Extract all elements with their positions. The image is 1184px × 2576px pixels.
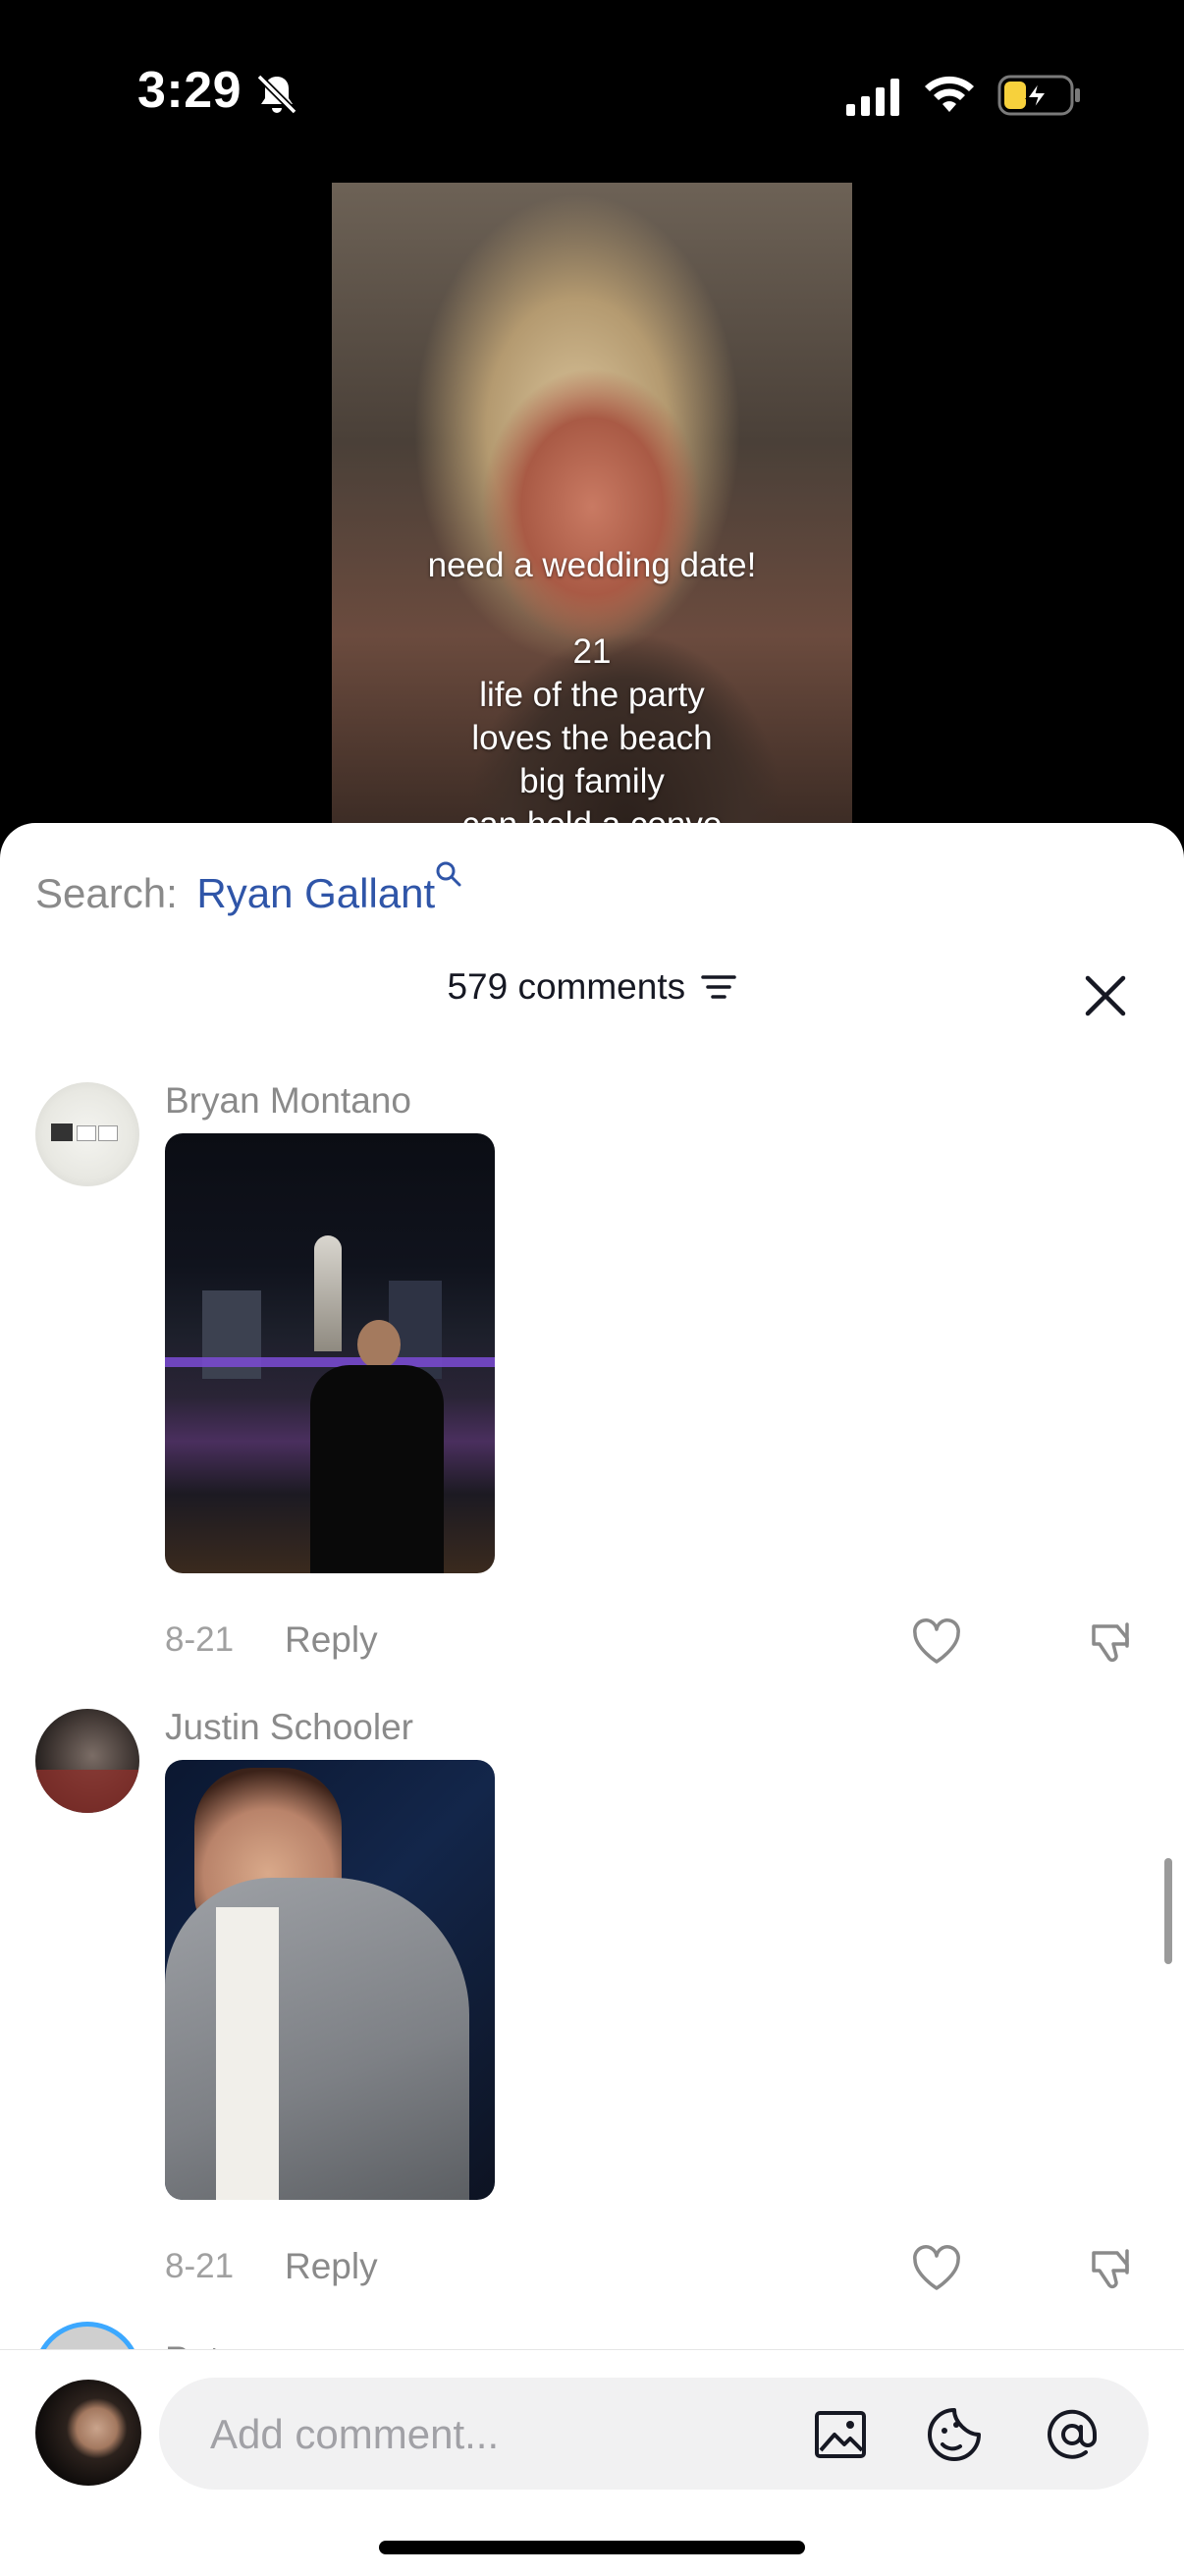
bell-slash-icon xyxy=(256,74,297,115)
sticker-icon[interactable] xyxy=(925,2405,984,2464)
comments-sheet: Search: Ryan Gallant 579 comments Bryan … xyxy=(0,823,1184,2575)
home-indicator[interactable] xyxy=(379,2541,805,2554)
cellular-signal-icon xyxy=(846,79,899,116)
search-term-link[interactable]: Ryan Gallant xyxy=(196,870,435,916)
comment-author[interactable]: Bryan Montano xyxy=(165,1080,411,1122)
search-icon xyxy=(436,861,461,887)
reply-button[interactable]: Reply xyxy=(285,1619,378,1661)
mention-icon[interactable] xyxy=(1043,2405,1102,2464)
comments-header: 579 comments xyxy=(0,966,1184,1025)
video-player[interactable]: need a wedding date! 21 life of the part… xyxy=(332,183,852,831)
reply-button[interactable]: Reply xyxy=(285,2246,378,2287)
search-label: Search: xyxy=(35,870,178,916)
avatar[interactable] xyxy=(35,1082,139,1186)
heart-icon[interactable] xyxy=(909,2241,964,2296)
caption-line: big family xyxy=(519,762,665,800)
search-suggestion[interactable]: Search: Ryan Gallant xyxy=(35,861,461,917)
status-time: 3:29 xyxy=(137,62,242,119)
comment-photo[interactable] xyxy=(165,1760,495,2200)
close-icon[interactable] xyxy=(1076,966,1135,1025)
image-icon[interactable] xyxy=(811,2405,870,2464)
heart-icon[interactable] xyxy=(909,1615,964,1670)
caption-line: loves the beach xyxy=(471,719,713,757)
caption-line: need a wedding date! xyxy=(427,546,757,584)
comment-composer xyxy=(0,2349,1184,2576)
comment-photo[interactable] xyxy=(165,1133,495,1573)
caption-line: life of the party xyxy=(479,676,705,714)
comments-count: 579 comments xyxy=(447,966,686,1007)
thumbs-down-icon[interactable] xyxy=(1084,2241,1139,2296)
comment-author[interactable]: Justin Schooler xyxy=(165,1707,413,1748)
avatar[interactable] xyxy=(35,1709,139,1813)
scrollbar-thumb[interactable] xyxy=(1164,1858,1172,1964)
video-caption: need a wedding date! 21 life of the part… xyxy=(332,544,852,831)
comment-date: 8-21 xyxy=(165,2247,235,2285)
comment-input-container[interactable] xyxy=(159,2378,1149,2492)
caption-line: 21 xyxy=(572,632,612,671)
thumbs-down-icon[interactable] xyxy=(1084,1615,1139,1670)
status-bar: 3:29 xyxy=(0,0,1184,187)
comment-date: 8-21 xyxy=(165,1620,235,1659)
comment-input[interactable] xyxy=(208,2378,762,2492)
wifi-icon xyxy=(925,76,974,112)
battery-charging-icon xyxy=(997,75,1080,116)
sort-filter-icon[interactable] xyxy=(700,972,737,1002)
user-avatar[interactable] xyxy=(35,2380,141,2486)
